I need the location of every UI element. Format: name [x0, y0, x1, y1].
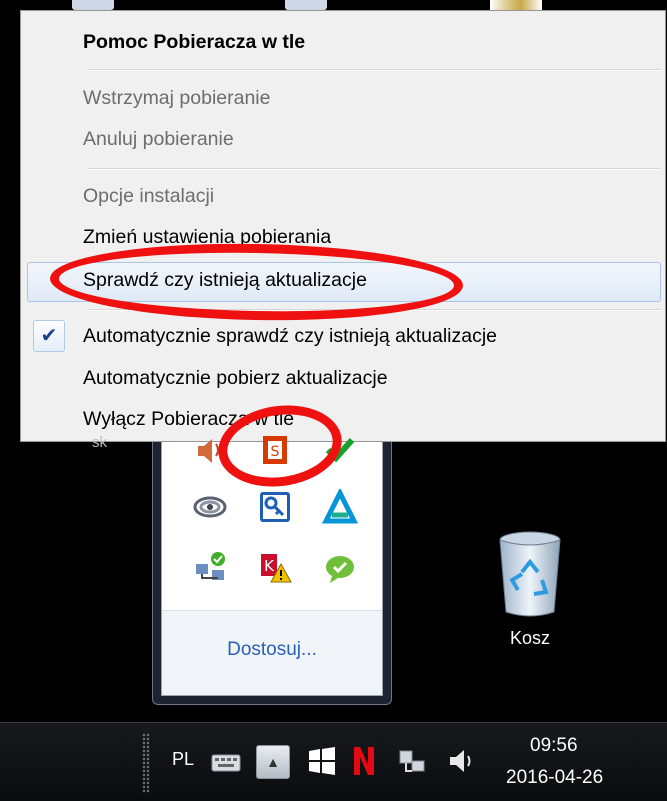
menu-item-install-options[interactable]: Opcje instalacji	[83, 179, 657, 213]
kaspersky-warning-icon[interactable]: K	[257, 550, 293, 586]
network-check-icon[interactable]	[192, 550, 228, 586]
taskbar: PL ▲ 09:56 2016-04-26	[0, 722, 667, 801]
key-icon[interactable]	[257, 489, 293, 525]
autodesk-icon[interactable]	[322, 489, 358, 525]
menu-separator	[87, 168, 661, 170]
taskbar-grip[interactable]	[142, 733, 150, 793]
partial-label: sk	[92, 434, 107, 451]
menu-title[interactable]: Pomoc Pobieracza w tle	[83, 25, 657, 59]
svg-text:K: K	[264, 557, 275, 575]
show-hidden-icons-button[interactable]: ▲	[256, 745, 290, 779]
netflix-icon[interactable]	[350, 745, 378, 777]
customize-link[interactable]: Dostosuj...	[162, 639, 382, 661]
desktop-icon-partial	[285, 0, 327, 10]
green-chat-icon[interactable]	[322, 550, 358, 586]
menu-item-auto-check-updates[interactable]: Automatycznie sprawdź czy istnieją aktua…	[83, 319, 657, 353]
menu-separator	[87, 69, 661, 71]
recycle-bin-label[interactable]: Kosz	[500, 628, 560, 649]
clock-time[interactable]: 09:56	[530, 735, 578, 757]
recycle-bin-icon[interactable]	[492, 528, 568, 620]
clock-date[interactable]: 2016-04-26	[506, 767, 603, 789]
menu-item-disable-downloader[interactable]: Wyłącz Pobieracza w tle	[83, 402, 657, 436]
keyboard-icon[interactable]	[210, 747, 242, 775]
desktop-icon-partial	[72, 0, 114, 10]
windows-icon[interactable]	[306, 745, 338, 777]
menu-item-auto-download-updates[interactable]: Automatycznie pobierz aktualizacje	[83, 361, 657, 395]
menu-item-pause-download[interactable]: Wstrzymaj pobieranie	[83, 81, 657, 115]
cloud-app-icon[interactable]	[192, 489, 228, 525]
tray-footer: Dostosuj...	[162, 610, 382, 695]
volume-icon[interactable]	[446, 745, 476, 777]
context-menu: Pomoc Pobieracza w tle Wstrzymaj pobiera…	[20, 10, 666, 442]
checkmark-icon: ✔	[33, 320, 65, 352]
menu-item-cancel-download[interactable]: Anuluj pobieranie	[83, 122, 657, 156]
language-indicator[interactable]: PL	[172, 749, 194, 770]
network-icon[interactable]	[396, 745, 428, 777]
